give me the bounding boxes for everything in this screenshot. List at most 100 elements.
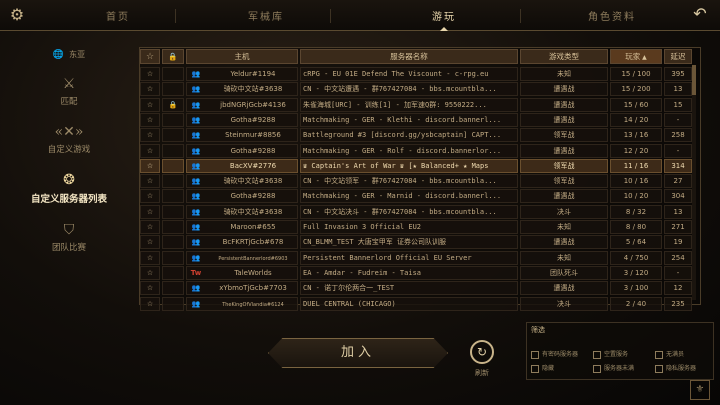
host-name: BcFKRTjGcb#678 xyxy=(222,238,284,247)
favorite-star-icon[interactable]: ☆ xyxy=(140,265,160,280)
tab-home[interactable]: 首页 xyxy=(106,8,130,23)
checkbox[interactable] xyxy=(655,350,663,359)
refresh-button[interactable]: ↻ xyxy=(470,340,494,364)
filter-option-label: 无满员 xyxy=(666,351,685,358)
host-name: 骑砍中文站#3638 xyxy=(223,207,283,216)
server-name-cell: Matchmaking - GER - Klethi - discord.ban… xyxy=(300,112,518,127)
sidebar-item-label: 自定义服务器列表 xyxy=(30,194,107,205)
table-row[interactable]: ☆ 👥 BacXV#2776 ♛ Captain's Art of War ♛ [★ … xyxy=(140,158,692,173)
filter-option[interactable]: 空置服务 xyxy=(593,349,628,359)
gear-icon[interactable]: ⚙ xyxy=(8,6,26,24)
lock-cell xyxy=(162,281,184,296)
favorite-star-icon[interactable]: ☆ xyxy=(140,112,160,127)
ping-cell: 13 xyxy=(664,204,692,219)
players-cell: 14 / 20 xyxy=(610,112,662,127)
table-row[interactable]: ☆ 👥 BcFKRTjGcb#678 CN_BLMM_TEST 大唐宝甲军 证券公司队… xyxy=(140,234,692,250)
table-scrollbar[interactable] xyxy=(692,65,696,300)
table-row[interactable]: ☆ 👥 PersistentBannerlord#6903 Persistent Ba… xyxy=(140,250,692,265)
region-selector[interactable]: 🌐 东亚 xyxy=(0,42,138,63)
filter-option[interactable]: 隐藏 xyxy=(531,363,554,373)
filter-option-label: 服务器未满 xyxy=(604,365,635,372)
host-name: Yeldur#1194 xyxy=(230,70,276,78)
host-cell: 👥 Gotha#9288 xyxy=(186,112,298,127)
host-cell: 👥 骑砍中文站#3638 xyxy=(186,204,298,219)
lock-cell xyxy=(162,265,184,280)
locked-column-header[interactable]: 🔒 xyxy=(162,49,184,64)
favorite-star-icon[interactable]: ☆ xyxy=(140,296,160,311)
favorite-star-icon[interactable]: ☆ xyxy=(140,281,160,296)
checkbox[interactable] xyxy=(593,364,601,373)
favorite-star-icon[interactable]: ☆ xyxy=(140,143,160,158)
sidebar-item-team-match[interactable]: ⛉ 团队比赛 xyxy=(0,222,138,253)
refresh-icon: ↻ xyxy=(476,345,488,359)
players-cell: 8 / 80 xyxy=(610,220,662,234)
players-column-header[interactable]: 玩家 ▲ xyxy=(610,49,662,64)
gametype-column-header[interactable]: 游戏类型 xyxy=(520,49,608,64)
host-cell: 👥 骑砍中文站#3638 xyxy=(186,174,298,189)
host-column-header[interactable]: 主机 xyxy=(186,49,298,64)
filter-option[interactable]: 隐私服务器 xyxy=(655,363,696,373)
host-name: xYbmoTjGcb#7703 xyxy=(219,284,287,293)
table-row[interactable]: ☆ 👥 xYbmoTjGcb#7703 CN - 诺丁尔伦两合一_TEST 遭遇战 3 /… xyxy=(140,280,692,296)
favorite-star-icon[interactable]: ☆ xyxy=(140,82,160,97)
favorite-star-icon[interactable]: ☆ xyxy=(140,235,160,250)
gametype-cell: 未知 xyxy=(520,250,608,265)
join-button[interactable]: 加入 xyxy=(268,338,448,368)
table-row[interactable]: ☆ 👥 骑砍中文站#3638 CN - 中文站决斗 - 群767427084 - bb… xyxy=(140,204,692,219)
checkbox[interactable] xyxy=(531,350,539,359)
ping-cell: - xyxy=(664,112,692,127)
filter-option-label: 隐藏 xyxy=(542,365,555,372)
server-name-cell: CN_BLMM_TEST 大唐宝甲军 证券公司队训服 xyxy=(300,235,518,250)
tab-character[interactable]: 角色资料 xyxy=(588,8,636,23)
sidebar-item-custom-game[interactable]: «✕» 自定义游戏 xyxy=(0,124,138,155)
checkbox[interactable] xyxy=(655,364,663,373)
tab-play[interactable]: 游玩 xyxy=(432,8,456,31)
custom-game-icon: «✕» xyxy=(54,124,84,140)
favorite-star-icon[interactable]: ☆ xyxy=(140,128,160,143)
checkbox[interactable] xyxy=(593,350,601,359)
table-row[interactable]: ☆ 👥 骑砍中文站#3638 CN - 中文站遭遇 - 群767427084 - bb… xyxy=(140,81,692,97)
table-row[interactable]: ☆ Tw TaleWorlds EA - Amdar - Fudreim - Tais… xyxy=(140,265,692,280)
server-name-cell: CN - 中文站领军 - 群767427084 - bbs.mcountbla.… xyxy=(300,174,518,189)
favorite-star-icon[interactable]: ☆ xyxy=(140,250,160,265)
table-row[interactable]: ☆ 👥 TheKingOfVlandia#6124 DUEL CENTRAL (CHI… xyxy=(140,296,692,311)
star-icon: ☆ xyxy=(145,52,155,62)
favorite-star-icon[interactable]: ☆ xyxy=(140,158,160,173)
table-row[interactable]: ☆ 👥 Gotha#9288 Matchmaking - GER - Rolf - d… xyxy=(140,143,692,158)
server-name-column-header[interactable]: 服务器名称 xyxy=(300,49,518,64)
table-row[interactable]: ☆ 👥 Gotha#9288 Matchmaking - GER - Klethi -… xyxy=(140,112,692,127)
scrollbar-thumb[interactable] xyxy=(692,65,696,95)
group-icon: 👥 xyxy=(191,161,201,170)
group-icon: 👥 xyxy=(191,223,201,231)
favorite-column-header[interactable]: ☆ xyxy=(140,49,160,64)
favorite-star-icon[interactable]: ☆ xyxy=(140,204,160,219)
checkbox[interactable] xyxy=(531,364,539,373)
filter-option[interactable]: 无满员 xyxy=(655,349,684,359)
host-cell: 👥 BacXV#2776 xyxy=(186,158,298,173)
region-label: 东亚 xyxy=(69,50,86,59)
ping-cell: - xyxy=(664,143,692,158)
tab-armory[interactable]: 军械库 xyxy=(248,8,284,23)
favorite-star-icon[interactable]: ☆ xyxy=(140,97,160,112)
table-row[interactable]: ☆ 👥 Yeldur#1194 cRPG - EU 01E Defend The Vi… xyxy=(140,66,692,81)
filter-option[interactable]: 服务器未满 xyxy=(593,363,634,373)
favorite-star-icon[interactable]: ☆ xyxy=(140,67,160,81)
gametype-cell: 团队死斗 xyxy=(520,265,608,280)
table-row[interactable]: ☆ 🔒 👥 jbdNGRjGcb#4136 朱雀海城[URC] - 训练[1] - 加军… xyxy=(140,97,692,112)
filter-option[interactable]: 有密码服务器 xyxy=(531,349,578,359)
sidebar-item-matchmaking[interactable]: ⚔ 匹配 xyxy=(0,76,138,107)
table-row[interactable]: ☆ 👥 Steinmur#8856 Battleground #3 [discord.… xyxy=(140,127,692,143)
lock-cell xyxy=(162,204,184,219)
ping-cell: 19 xyxy=(664,235,692,250)
favorite-star-icon[interactable]: ☆ xyxy=(140,220,160,234)
favorite-star-icon[interactable]: ☆ xyxy=(140,174,160,189)
back-arrow-icon[interactable]: ↶ xyxy=(690,4,710,24)
sidebar-item-custom-server-list[interactable]: ❂ 自定义服务器列表 xyxy=(0,172,138,205)
favorite-star-icon[interactable]: ☆ xyxy=(140,189,160,204)
group-icon: 👥 xyxy=(191,238,201,247)
ping-column-header[interactable]: 延迟 xyxy=(664,49,692,64)
table-row[interactable]: ☆ 👥 Maroon#655 Full Invasion 3 Official EU2… xyxy=(140,219,692,234)
table-row[interactable]: ☆ 👥 Gotha#9288 Matchmaking - GER - Marnid -… xyxy=(140,188,692,204)
table-row[interactable]: ☆ 👥 骑砍中文站#3638 CN - 中文站领军 - 群767427084 - bb… xyxy=(140,173,692,189)
group-icon: 👥 xyxy=(191,70,201,78)
